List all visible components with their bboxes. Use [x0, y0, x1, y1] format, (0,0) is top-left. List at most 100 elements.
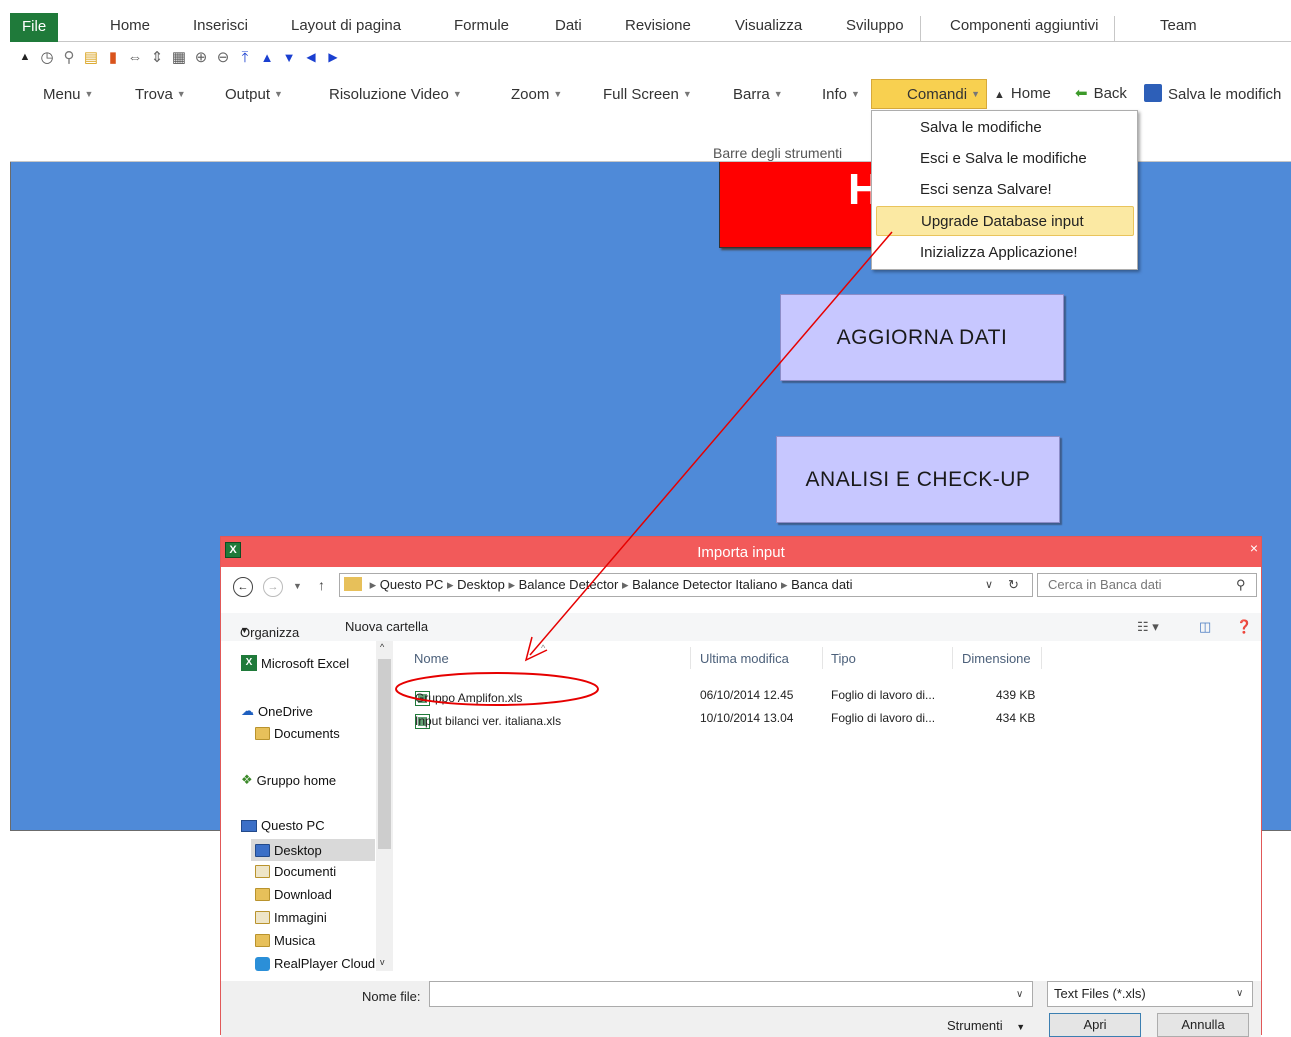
- grid-icon[interactable]: ▦: [168, 44, 190, 70]
- nav-item-excel[interactable]: X Microsoft Excel: [241, 655, 349, 671]
- salva-button[interactable]: Salva le modifich: [1144, 84, 1281, 105]
- nav-item-onedrive[interactable]: ☁ OneDrive: [241, 703, 313, 719]
- nav-item-desktop[interactable]: Desktop: [251, 839, 375, 861]
- arrow-up-icon[interactable]: ▲: [256, 44, 278, 70]
- path-separator-icon: ▸: [508, 577, 519, 592]
- barra-dropdown[interactable]: Barra ▼: [733, 84, 783, 105]
- up-arrow-icon[interactable]: ↑: [318, 577, 325, 593]
- path-box[interactable]: ▸ Questo PC ▸ Desktop ▸ Balance Detector…: [339, 573, 1033, 597]
- close-icon[interactable]: ×: [1247, 539, 1261, 557]
- nav-scrollbar[interactable]: ^ v: [376, 641, 393, 971]
- nav-item-documenti[interactable]: Documenti: [255, 864, 336, 879]
- horizontal-resize-icon[interactable]: ⇔: [124, 44, 146, 70]
- nav-item-gruppo-home[interactable]: ❖ Gruppo home: [241, 772, 336, 788]
- menu-dropdown[interactable]: Menu ▼: [43, 84, 93, 105]
- info-dropdown[interactable]: Info ▼: [822, 84, 860, 105]
- tab-layout[interactable]: Layout di pagina: [291, 16, 401, 42]
- nav-item-download[interactable]: Download: [255, 887, 332, 902]
- recent-chevron-icon[interactable]: ▼: [293, 581, 302, 591]
- red-header-shape[interactable]: H: [719, 162, 880, 248]
- nav-scroll-thumb[interactable]: [378, 659, 391, 849]
- fullscreen-dropdown[interactable]: Full Screen ▼: [603, 84, 692, 105]
- nav-item-documents[interactable]: Documents: [255, 726, 340, 741]
- scroll-down-icon[interactable]: v: [380, 957, 385, 967]
- file-row[interactable]: Gruppo Amplifon.xls 06/10/2014 12.45 Fog…: [393, 685, 1261, 707]
- arrow-right-icon[interactable]: ▶: [322, 44, 344, 70]
- menu-item-upgrade-database[interactable]: Upgrade Database input: [876, 206, 1134, 236]
- chevron-down-icon[interactable]: ∨: [1016, 989, 1023, 1000]
- refresh-icon[interactable]: ↻: [1008, 574, 1019, 596]
- menu-item-salva[interactable]: Salva le modifiche: [876, 113, 1134, 143]
- tab-dati[interactable]: Dati: [555, 16, 582, 42]
- arrow-left-icon[interactable]: ◀: [300, 44, 322, 70]
- nav-item-realplayer[interactable]: RealPlayer Cloud: [255, 956, 375, 971]
- dialog-titlebar[interactable]: X Importa input ×: [221, 537, 1261, 567]
- menu-item-esci-salva[interactable]: Esci e Salva le modifiche: [876, 144, 1134, 174]
- salva-label: Salva le modifich: [1168, 86, 1282, 103]
- nuova-cartella-button[interactable]: Nuova cartella: [345, 619, 428, 634]
- magnifier-icon[interactable]: ⚲: [58, 44, 80, 70]
- zoom-out-icon[interactable]: ⊖: [212, 44, 234, 70]
- comandi-dropdown[interactable]: Comandi ▼: [871, 79, 987, 109]
- column-header-dimensione[interactable]: Dimensione: [962, 651, 1031, 666]
- tab-sviluppo[interactable]: Sviluppo: [846, 16, 921, 42]
- tab-formule[interactable]: Formule: [454, 16, 509, 42]
- file-type-filter[interactable]: Text Files (*.xls) ∨: [1047, 981, 1253, 1007]
- path-segment-banca-dati[interactable]: Banca dati: [791, 577, 852, 592]
- annulla-button[interactable]: Annulla: [1157, 1013, 1249, 1037]
- tab-visualizza[interactable]: Visualizza: [735, 16, 802, 42]
- trova-dropdown[interactable]: Trova ▼: [135, 84, 186, 105]
- arrow-down-icon[interactable]: ▼: [278, 44, 300, 70]
- nav-label-desktop: Desktop: [274, 842, 322, 858]
- menu-item-inizializza[interactable]: Inizializza Applicazione!: [876, 238, 1134, 268]
- apri-button[interactable]: Apri: [1049, 1013, 1141, 1037]
- tab-file[interactable]: File: [10, 13, 59, 42]
- search-icon[interactable]: ⚲: [1236, 574, 1246, 596]
- nav-item-immagini[interactable]: Immagini: [255, 910, 327, 925]
- view-options-icon[interactable]: ☷ ▾: [1137, 619, 1159, 635]
- search-input[interactable]: Cerca in Banca dati ⚲: [1037, 573, 1257, 597]
- tab-team[interactable]: Team: [1160, 16, 1197, 42]
- filename-input[interactable]: ∨: [429, 981, 1033, 1007]
- preview-pane-icon[interactable]: ◫: [1199, 619, 1211, 635]
- path-segment-italiano[interactable]: Balance Detector Italiano: [632, 577, 777, 592]
- path-segment-questo-pc[interactable]: Questo PC: [380, 577, 444, 592]
- path-segment-desktop[interactable]: Desktop: [457, 577, 505, 592]
- analisi-checkup-button[interactable]: ANALISI E CHECK-UP: [776, 436, 1060, 523]
- path-dropdown-icon[interactable]: ∨: [985, 574, 993, 596]
- triangle-up-icon[interactable]: ▲: [14, 44, 36, 70]
- file-row[interactable]: Input bilanci ver. italiana.xls 10/10/20…: [393, 708, 1261, 730]
- home-button[interactable]: ▲ Home: [994, 84, 1051, 105]
- back-arrow-icon[interactable]: ←: [233, 577, 253, 597]
- aggiorna-dati-button[interactable]: AGGIORNA DATI: [780, 294, 1064, 381]
- back-label: Back: [1093, 85, 1127, 102]
- nav-item-questo-pc[interactable]: Questo PC: [241, 818, 325, 833]
- tab-componenti[interactable]: Componenti aggiuntivi: [950, 16, 1116, 42]
- quick-icons-row: ▲ ◷ ⚲ ▤ ▮ ⇔ ⇕ ▦ ⊕ ⊖ ⤒ ▲ ▼ ◀ ▶: [10, 44, 510, 74]
- vertical-resize-icon[interactable]: ⇕: [146, 44, 168, 70]
- top-icon[interactable]: ⤒: [234, 44, 256, 70]
- copy-icon[interactable]: ▤: [80, 44, 102, 70]
- column-header-nome[interactable]: Nome: [414, 651, 449, 666]
- back-button[interactable]: ⬅ Back: [1075, 84, 1127, 104]
- tab-home[interactable]: Home: [110, 16, 150, 42]
- tab-revisione[interactable]: Revisione: [625, 16, 691, 42]
- column-header-tipo[interactable]: Tipo: [831, 651, 856, 666]
- menu-item-esci-senza-salvare[interactable]: Esci senza Salvare!: [876, 175, 1134, 205]
- output-dropdown[interactable]: Output ▼: [225, 84, 283, 105]
- comandi-label: Comandi: [907, 85, 968, 103]
- bar-chart-icon[interactable]: ▮: [102, 44, 124, 70]
- excel-icon: X: [241, 655, 257, 671]
- zoom-dropdown[interactable]: Zoom ▼: [511, 84, 562, 105]
- risoluzione-dropdown[interactable]: Risoluzione Video ▼: [329, 84, 462, 105]
- zoom-in-icon[interactable]: ⊕: [190, 44, 212, 70]
- path-segment-balance-detector[interactable]: Balance Detector: [519, 577, 619, 592]
- clock-icon[interactable]: ◷: [36, 44, 58, 70]
- forward-arrow-icon[interactable]: →: [263, 577, 283, 597]
- tab-inserisci[interactable]: Inserisci: [193, 16, 248, 42]
- column-header-ultima-modifica[interactable]: Ultima modifica: [700, 651, 789, 666]
- strumenti-button[interactable]: Strumenti ▼: [947, 1018, 1025, 1033]
- help-icon[interactable]: ❓: [1236, 619, 1252, 635]
- scroll-up-icon[interactable]: ^: [380, 642, 384, 652]
- nav-item-musica[interactable]: Musica: [255, 933, 315, 948]
